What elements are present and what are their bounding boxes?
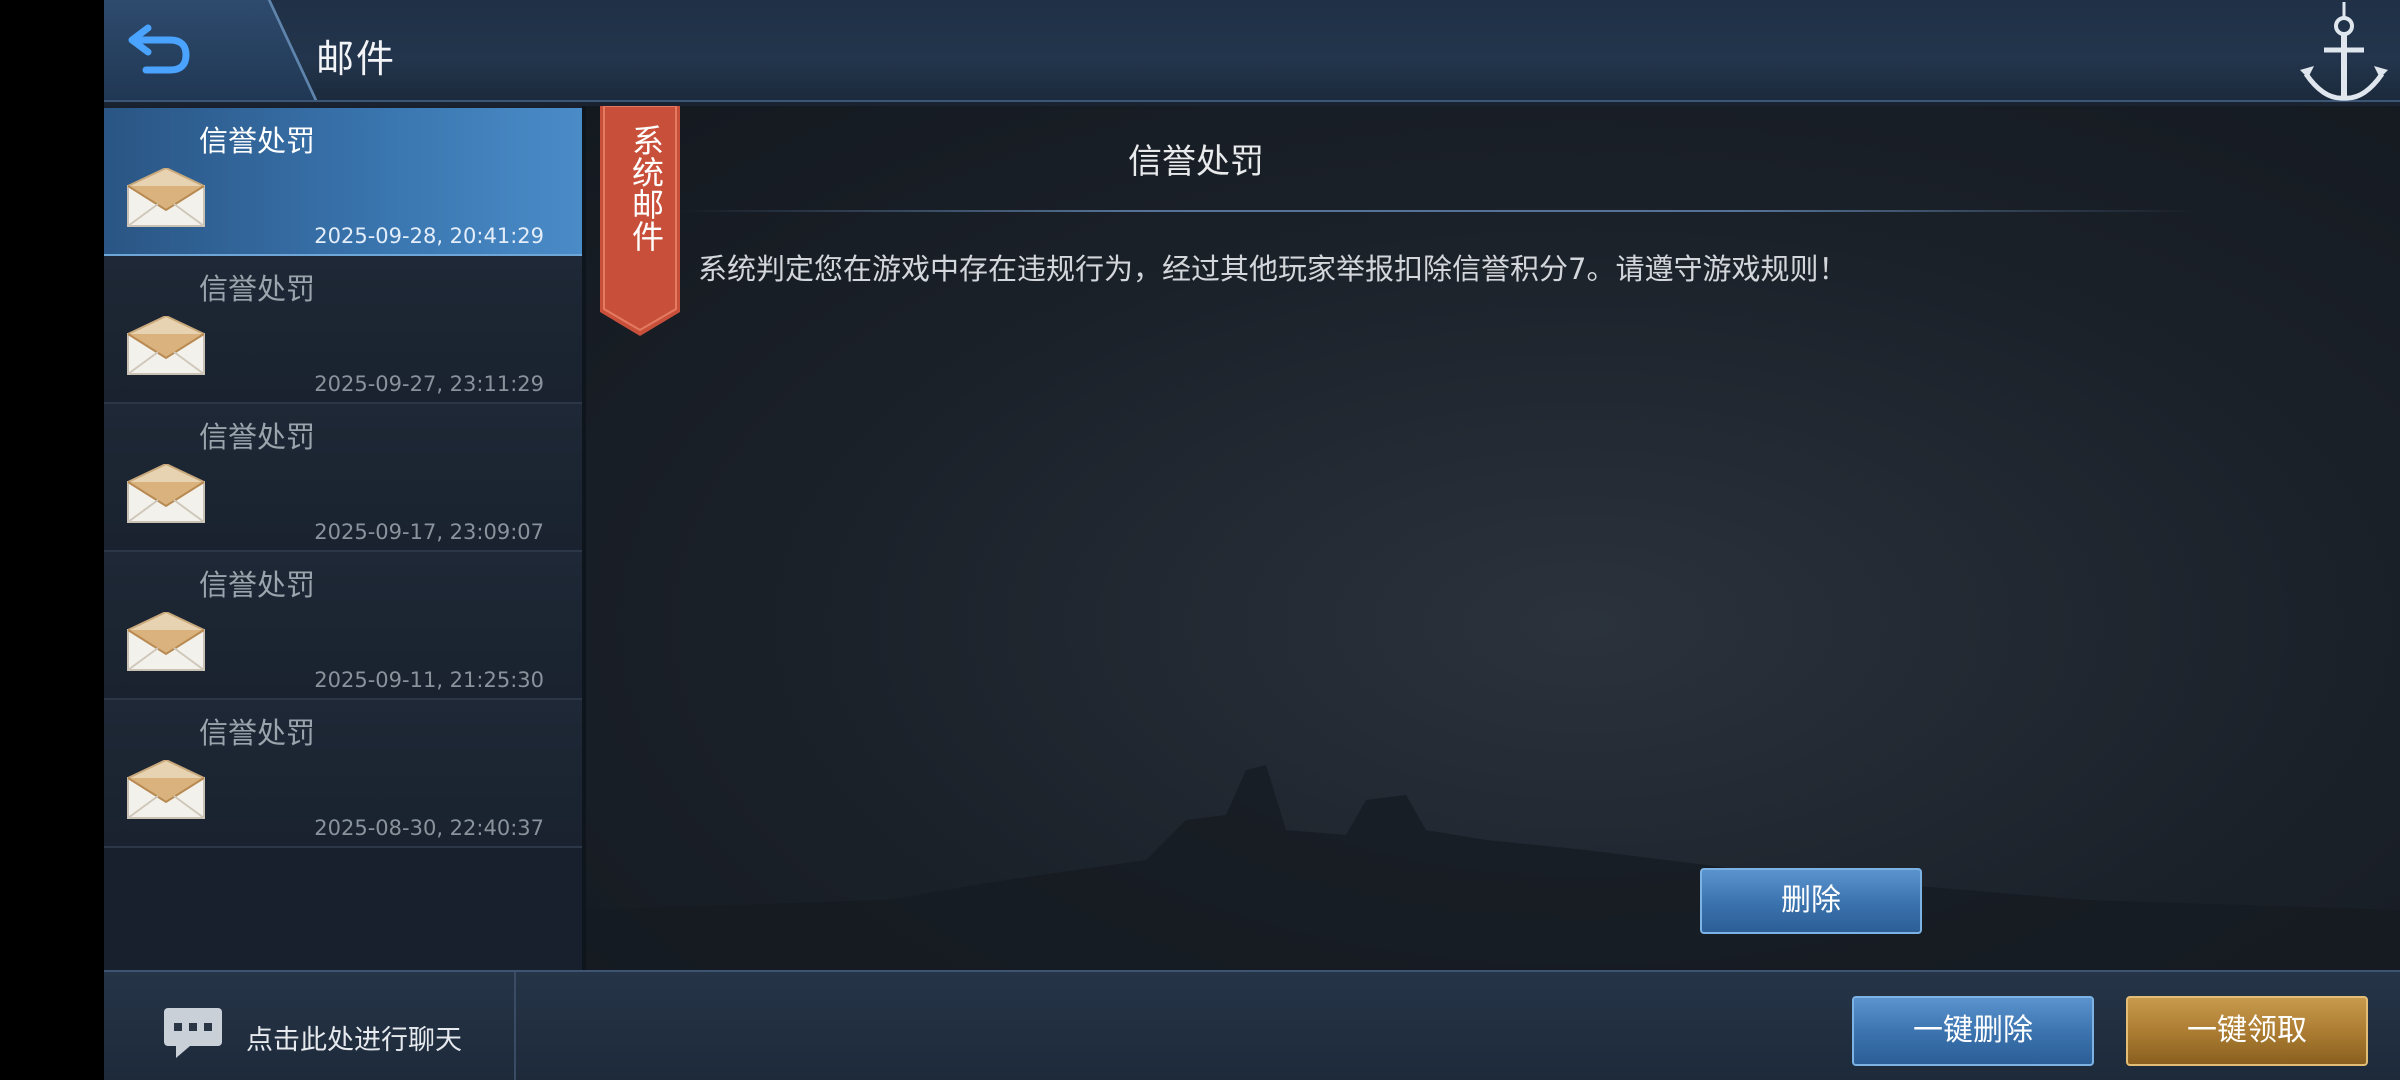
- mail-item[interactable]: 信誉处罚 2025-09-27, 23:11:29: [104, 256, 582, 404]
- mail-title: 信誉处罚: [199, 272, 316, 306]
- mail-list: 信誉处罚 2025-09-28, 20:41:29 信誉处罚 2025-09-2…: [104, 106, 582, 970]
- mail-window: 邮件 信誉处罚 2025-09-28, 20:41:29 信誉处罚 2025-0…: [104, 0, 2400, 1080]
- mail-title: 信誉处罚: [199, 420, 316, 454]
- page-title: 邮件: [316, 37, 397, 81]
- mail-date: 2025-09-27, 23:11:29: [314, 372, 544, 396]
- envelope-icon: [127, 760, 205, 819]
- footer-bar: 点击此处进行聊天 一键删除 一键领取: [104, 970, 2400, 1080]
- chat-entry[interactable]: 点击此处进行聊天: [104, 972, 516, 1080]
- delete-button[interactable]: 删除: [1700, 868, 1922, 934]
- mail-date: 2025-09-28, 20:41:29: [314, 224, 544, 248]
- envelope-icon: [127, 316, 205, 375]
- mail-item[interactable]: 信誉处罚 2025-09-11, 21:25:30: [104, 552, 582, 700]
- back-tab[interactable]: [104, 0, 254, 100]
- anchor-icon: [2300, 2, 2388, 101]
- mail-title: 信誉处罚: [199, 568, 316, 602]
- mail-subject: 信誉处罚: [1128, 142, 1264, 182]
- envelope-icon: [127, 464, 205, 523]
- mail-item[interactable]: 信誉处罚 2025-09-17, 23:09:07: [104, 404, 582, 552]
- mail-body: 系统判定您在游戏中存在违规行为，经过其他玩家举报扣除信誉积分7。请遵守游戏规则！: [698, 252, 1848, 286]
- mail-content-panel: 系统邮件 信誉处罚 系统判定您在游戏中存在违规行为，经过其他玩家举报扣除信誉积分…: [586, 106, 2400, 970]
- header-bar: 邮件: [104, 0, 2400, 102]
- envelope-icon: [127, 612, 205, 671]
- chat-bubble-icon: [164, 1008, 222, 1058]
- ship-silhouette-background: [586, 765, 2400, 970]
- chat-label: 点击此处进行聊天: [246, 1025, 462, 1056]
- mail-date: 2025-08-30, 22:40:37: [314, 816, 544, 840]
- mail-date: 2025-09-17, 23:09:07: [314, 520, 544, 544]
- envelope-icon: [127, 168, 205, 227]
- title-divider: [676, 210, 2196, 212]
- back-arrow-icon[interactable]: [126, 18, 196, 78]
- mail-item-selected[interactable]: 信誉处罚 2025-09-28, 20:41:29: [104, 108, 582, 256]
- mail-title: 信誉处罚: [199, 716, 316, 750]
- screen: 邮件 信誉处罚 2025-09-28, 20:41:29 信誉处罚 2025-0…: [0, 0, 2400, 1080]
- mail-title: 信誉处罚: [199, 124, 316, 158]
- delete-all-button[interactable]: 一键删除: [1852, 996, 2094, 1066]
- mail-date: 2025-09-11, 21:25:30: [314, 668, 544, 692]
- claim-all-button[interactable]: 一键领取: [2126, 996, 2368, 1066]
- mail-item[interactable]: 信誉处罚 2025-08-30, 22:40:37: [104, 700, 582, 848]
